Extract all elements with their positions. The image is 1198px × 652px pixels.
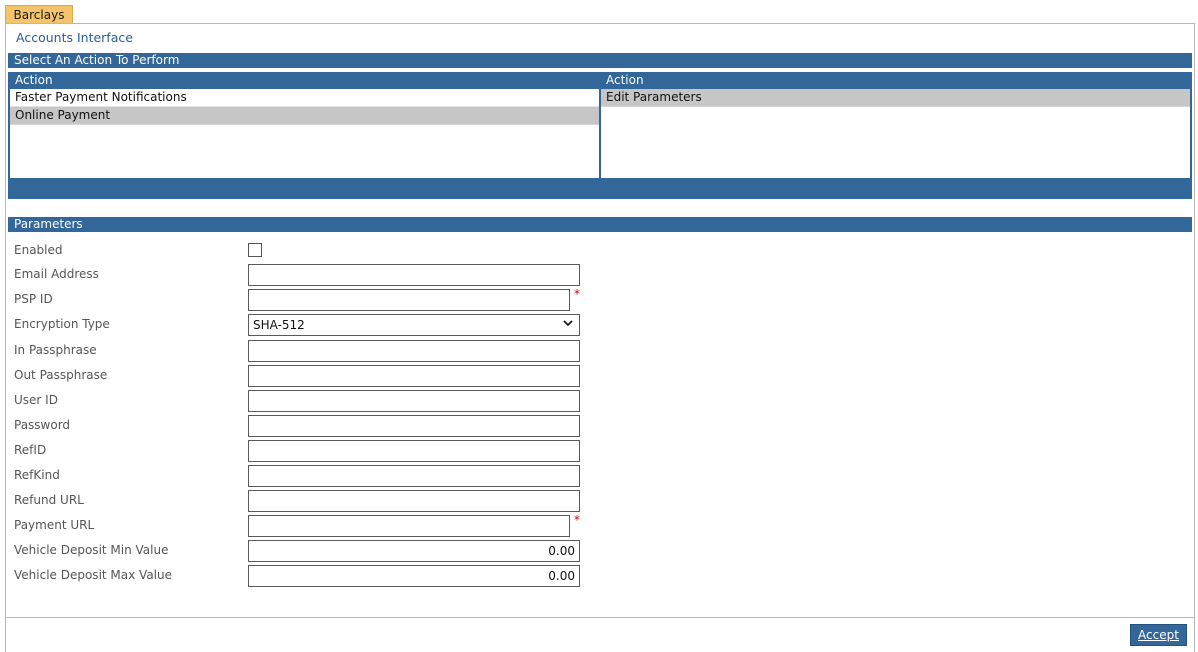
param-row-user-id: User ID (14, 390, 614, 412)
password-field[interactable] (248, 415, 580, 437)
chevron-down-icon (563, 320, 573, 327)
user-id-label: User ID (14, 393, 58, 407)
user-id-field[interactable] (248, 390, 580, 412)
psp-id-required-mark: * (574, 287, 580, 301)
list-item-online-payment[interactable]: Online Payment (10, 107, 599, 125)
page-title: Accounts Interface (16, 30, 133, 45)
in-passphrase-label: In Passphrase (14, 343, 97, 357)
password-label: Password (14, 418, 71, 432)
refund-url-label: Refund URL (14, 493, 84, 507)
payment-url-label: Payment URL (14, 518, 95, 532)
email-field[interactable] (248, 264, 580, 286)
action-list-footer-bar (8, 180, 1192, 199)
list-item-edit-parameters[interactable]: Edit Parameters (601, 89, 1190, 107)
accept-button[interactable]: Accept (1130, 624, 1187, 646)
select-action-header: Select An Action To Perform (8, 53, 1192, 68)
param-row-email: Email Address (14, 264, 614, 286)
psp-id-field[interactable] (248, 289, 570, 311)
param-row-out-passphrase: Out Passphrase (14, 365, 614, 387)
action-list-left: Action Faster Payment Notifications Onli… (8, 72, 600, 180)
param-row-in-passphrase: In Passphrase (14, 340, 614, 362)
param-row-refund-url: Refund URL (14, 490, 614, 512)
tab-barclays[interactable]: Barclays (5, 5, 73, 24)
action-list-right-header: Action (601, 72, 1190, 89)
param-row-deposit-max: Vehicle Deposit Max Value (14, 565, 614, 587)
action-list-right: Action Edit Parameters (600, 72, 1192, 180)
param-row-password: Password (14, 415, 614, 437)
param-row-encryption: Encryption Type SHA-512 (14, 314, 614, 336)
psp-id-label: PSP ID (14, 292, 53, 306)
in-passphrase-field[interactable] (248, 340, 580, 362)
out-passphrase-label: Out Passphrase (14, 368, 108, 382)
param-row-deposit-min: Vehicle Deposit Min Value (14, 540, 614, 562)
refund-url-field[interactable] (248, 490, 580, 512)
encryption-type-label: Encryption Type (14, 317, 110, 331)
param-row-refkind: RefKind (14, 465, 614, 487)
list-item-faster-payment-notifications[interactable]: Faster Payment Notifications (10, 89, 599, 107)
param-row-payment-url: Payment URL * (14, 513, 614, 537)
refkind-field[interactable] (248, 465, 580, 487)
out-passphrase-field[interactable] (248, 365, 580, 387)
enabled-checkbox[interactable] (248, 243, 262, 257)
param-row-enabled: Enabled (14, 240, 614, 262)
footer-divider (6, 617, 1194, 618)
parameters-header: Parameters (8, 217, 1192, 232)
deposit-max-label: Vehicle Deposit Max Value (14, 568, 172, 582)
deposit-min-field[interactable] (248, 540, 580, 562)
encryption-type-value: SHA-512 (253, 318, 305, 332)
email-label: Email Address (14, 267, 99, 281)
payment-url-field[interactable] (248, 515, 570, 537)
param-row-refid: RefID (14, 440, 614, 462)
action-list-left-header: Action (10, 72, 599, 89)
deposit-max-field[interactable] (248, 565, 580, 587)
deposit-min-label: Vehicle Deposit Min Value (14, 543, 169, 557)
param-row-psp-id: PSP ID * (14, 287, 614, 311)
encryption-type-select[interactable]: SHA-512 (248, 314, 580, 336)
enabled-label: Enabled (14, 243, 63, 257)
refkind-label: RefKind (14, 468, 60, 482)
payment-url-required-mark: * (574, 513, 580, 527)
refid-field[interactable] (248, 440, 580, 462)
refid-label: RefID (14, 443, 47, 457)
